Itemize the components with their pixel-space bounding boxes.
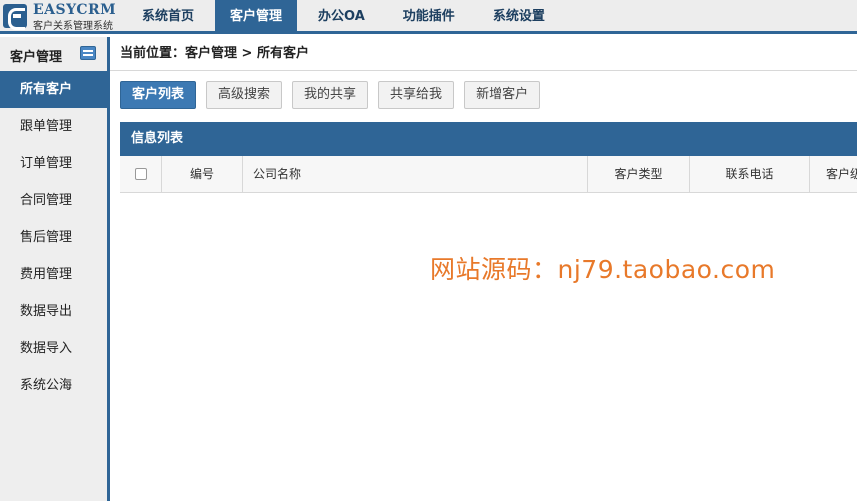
add-customer-button[interactable]: 新增客户 [464,81,541,109]
nav-item-settings[interactable]: 系统设置 [476,0,562,31]
sidebar-menu: 所有客户 跟单管理 订单管理 合同管理 售后管理 费用管理 数据导出 数据导入 … [0,71,107,404]
column-header-phone[interactable]: 联系电话 [690,156,810,192]
customer-list-button[interactable]: 客户列表 [120,81,197,109]
sidebar-item-public-pool[interactable]: 系统公海 [0,367,107,404]
column-header-customer-level[interactable]: 客户级 [810,156,857,192]
logo-c-icon [3,4,27,30]
app-logo[interactable]: EASYCRM 客户关系管理系统 [0,0,120,32]
sidebar-item-expenses[interactable]: 费用管理 [0,256,107,293]
sidebar-header: 客户管理 [0,37,107,70]
sidebar-item-follow-up[interactable]: 跟单管理 [0,108,107,145]
sidebar-item-after-sales[interactable]: 售后管理 [0,219,107,256]
sidebar-item-data-import[interactable]: 数据导入 [0,330,107,367]
select-all-checkbox[interactable] [135,168,147,180]
watermark-text: 网站源码：nj79.taobao.com [430,255,776,284]
logo-name: EASYCRM [33,2,117,18]
column-header-number[interactable]: 编号 [162,156,243,192]
column-header-company-name[interactable]: 公司名称 [243,156,588,192]
top-bar: EASYCRM 客户关系管理系统 系统首页 客户管理 办公OA 功能插件 系统设… [0,0,857,34]
my-shares-button[interactable]: 我的共享 [292,81,369,109]
nav-item-office-oa[interactable]: 办公OA [301,0,382,31]
select-all-cell [120,156,162,192]
sidebar: 客户管理 所有客户 跟单管理 订单管理 合同管理 售后管理 费用管理 数据导出 … [0,37,110,501]
shared-with-me-button[interactable]: 共享给我 [378,81,455,109]
advanced-search-button[interactable]: 高级搜索 [206,81,283,109]
sidebar-menu-icon[interactable] [80,46,96,60]
nav-item-plugins[interactable]: 功能插件 [386,0,472,31]
column-header-customer-type[interactable]: 客户类型 [588,156,690,192]
sidebar-item-orders[interactable]: 订单管理 [0,145,107,182]
table-header: 编号 公司名称 客户类型 联系电话 客户级 [120,156,857,193]
toolbar: 客户列表 高级搜索 我的共享 共享给我 新增客户 [120,81,550,109]
logo-subtitle: 客户关系管理系统 [33,21,113,32]
sidebar-item-data-export[interactable]: 数据导出 [0,293,107,330]
main-content: 当前位置：客户管理 > 所有客户 客户列表 高级搜索 我的共享 共享给我 新增客… [110,37,857,501]
panel-title: 信息列表 [120,122,857,156]
main-nav: 系统首页 客户管理 办公OA 功能插件 系统设置 [125,0,566,31]
breadcrumb: 当前位置：客户管理 > 所有客户 [110,37,857,71]
sidebar-item-all-customers[interactable]: 所有客户 [0,71,107,108]
sidebar-title: 客户管理 [10,50,63,65]
sidebar-item-contracts[interactable]: 合同管理 [0,182,107,219]
nav-item-customers[interactable]: 客户管理 [215,0,298,31]
nav-item-home[interactable]: 系统首页 [125,0,211,31]
